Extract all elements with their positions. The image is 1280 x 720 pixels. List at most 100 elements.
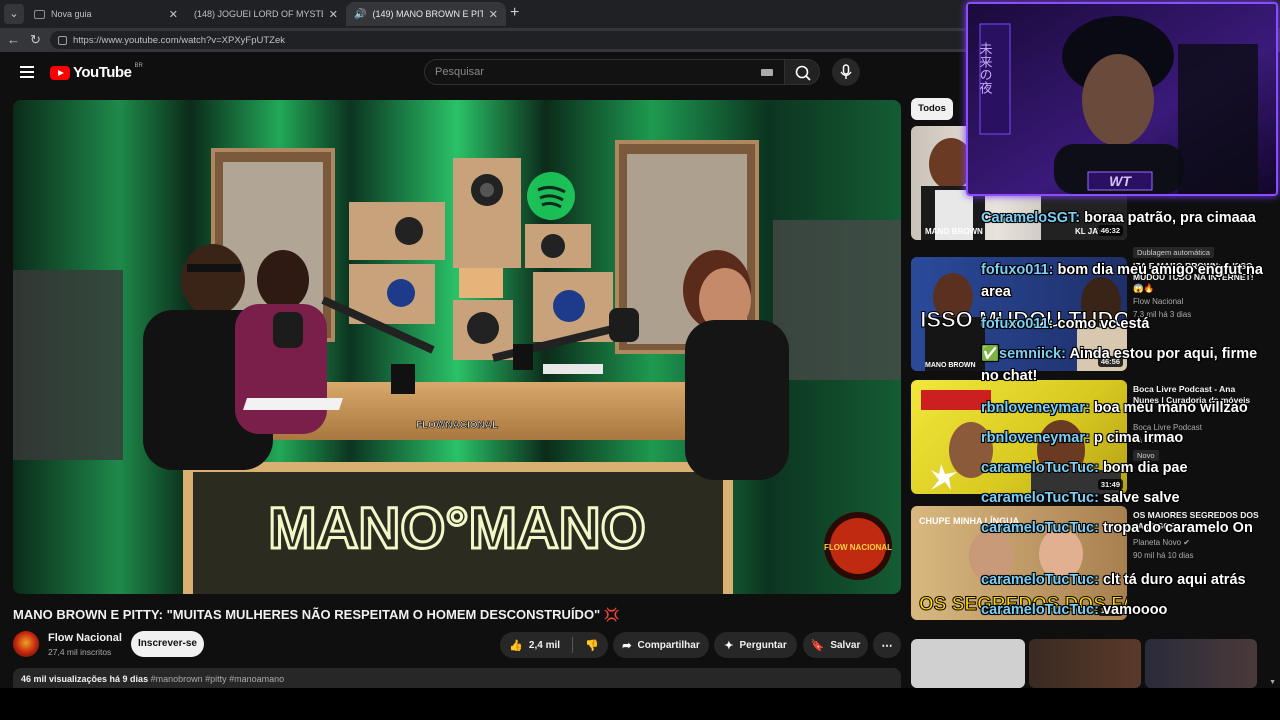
search-placeholder: Pesquisar (435, 66, 484, 78)
thumbnail-caption: MANO BROWN (925, 362, 976, 369)
tab-title: (148) JOGUEI LORD OF MYSTERIES (194, 9, 323, 19)
search-icon (795, 65, 811, 81)
keyboard-icon[interactable] (761, 69, 773, 76)
view-stats: 46 mil visualizações há 9 dias (21, 674, 149, 684)
chat-text: boa meu mano willzao (1093, 400, 1248, 416)
chat-message: carameloTucTuc: salve salve (981, 487, 1275, 509)
chat-username: CarameloSGT: (981, 210, 1081, 226)
chat-text: bom dia pae (1102, 460, 1188, 476)
sparkle-icon: ✦ (724, 639, 734, 652)
chat-username: carameloTucTuc: (981, 572, 1099, 588)
webcam-badge: WT (1109, 173, 1132, 189)
subscribe-button[interactable]: Inscrever-se (131, 631, 204, 657)
country-code: BR (134, 62, 143, 69)
video-frame: MANO°MANO FLOWNACIONAL FLOW NACIONAL (13, 100, 901, 594)
like-dislike-group: 👍 2,4 mil 👎 (500, 632, 608, 658)
chat-text: clt tá duro aqui atrás (1102, 572, 1246, 588)
chat-username: carameloTucTuc: (981, 520, 1099, 536)
hamburger-menu-icon[interactable] (20, 66, 34, 78)
chat-username: carameloTucTuc: (981, 490, 1099, 506)
logo-text: YouTube (73, 64, 132, 81)
chat-message: carameloTucTuc: vamoooo (981, 599, 1275, 621)
chat-text: boraa patrão, pra cimaaa (1084, 210, 1256, 226)
back-arrow-icon[interactable]: ← (7, 32, 20, 47)
recommended-video-row-partial[interactable] (911, 639, 1271, 688)
video-title: MANO BROWN E PITTY: "MUITAS MULHERES NÃO… (13, 607, 621, 622)
url-field[interactable]: https://www.youtube.com/watch?v=XPXyFpUT… (50, 31, 980, 49)
filter-chip-all[interactable]: Todos (911, 98, 953, 120)
tab-title: (149) MANO BROWN E PITTY (372, 9, 483, 19)
chat-message: carameloTucTuc: bom dia pae (981, 457, 1275, 479)
chat-text: tropa do caramelo On (1102, 520, 1253, 536)
channel-avatar[interactable] (13, 631, 39, 657)
divider (572, 637, 574, 653)
browser-tab-active[interactable]: 🔊 (149) MANO BROWN E PITTY ✕ (346, 2, 506, 26)
more-horizontal-icon: ⋯ (881, 639, 893, 652)
table-sign: FLOWNACIONAL (416, 420, 498, 431)
thumbs-up-icon[interactable]: 👍 (509, 639, 523, 652)
video-thumbnail[interactable] (911, 639, 1025, 688)
description-box[interactable]: 46 mil visualizações há 9 dias #manobrow… (13, 668, 901, 688)
chat-text: p cima irmao (1093, 430, 1184, 446)
ask-button[interactable]: ✦ Perguntar (714, 632, 797, 658)
site-info-icon[interactable] (58, 35, 67, 45)
subscriber-count: 27,4 mil inscritos (48, 647, 112, 657)
chat-message: CarameloSGT: boraa patrão, pra cimaaa (981, 207, 1275, 229)
search-input[interactable]: Pesquisar (424, 59, 786, 85)
video-thumbnail[interactable] (1145, 639, 1257, 688)
ask-label: Perguntar (739, 639, 787, 651)
voice-search-button[interactable] (832, 58, 860, 86)
chat-username: fofuxo011: (981, 262, 1054, 278)
url-text: https://www.youtube.com/watch?v=XPXyFpUT… (73, 34, 285, 46)
chat-username: carameloTucTuc: (981, 460, 1099, 476)
chat-message: carameloTucTuc: clt tá duro aqui atrás (981, 569, 1275, 591)
youtube-logo[interactable]: YouTube BR (50, 62, 143, 81)
webcam-image: 未来の夜 WT (968, 4, 1276, 194)
browser-tab[interactable]: (148) JOGUEI LORD OF MYSTERIES ✕ (186, 2, 346, 26)
thumbnail-caption: MANO BROWN (925, 227, 983, 236)
chat-text: salve salve (1102, 490, 1180, 506)
save-label: Salvar (830, 639, 861, 651)
tab-title: Nova guia (51, 9, 92, 19)
chat-text: vamoooo (1102, 602, 1168, 618)
scroll-down-arrow-icon[interactable]: ▼ (1269, 679, 1276, 686)
chat-message: rbnloveneymar: p cima irmao (981, 427, 1275, 449)
tab-search-button[interactable]: ⌄ (4, 4, 24, 24)
close-icon[interactable]: ✕ (169, 8, 178, 21)
new-tab-icon[interactable]: + (510, 4, 519, 22)
bookmark-icon: 🔖 (810, 639, 825, 652)
chat-username: carameloTucTuc: (981, 602, 1099, 618)
close-icon[interactable]: ✕ (329, 8, 338, 21)
chat-text: como vc está (1057, 316, 1150, 332)
share-button[interactable]: ➦ Compartilhar (613, 632, 709, 658)
share-label: Compartilhar (637, 639, 700, 651)
more-actions-button[interactable]: ⋯ (873, 632, 901, 658)
channel-watermark: FLOW NACIONAL (824, 543, 892, 552)
chat-username: rbnloveneymar: (981, 430, 1090, 446)
video-thumbnail[interactable] (1029, 639, 1141, 688)
hashtags[interactable]: #manobrown #pitty #manoamano (151, 674, 285, 684)
youtube-play-logo-icon (50, 65, 70, 80)
save-button[interactable]: 🔖 Salvar (803, 632, 868, 658)
mano-a-mano-sign: MANO°MANO (268, 496, 646, 561)
chat-message: carameloTucTuc: tropa do caramelo On (981, 517, 1275, 539)
chat-username: ✅semniick: (981, 346, 1066, 362)
search-button[interactable] (784, 59, 820, 85)
share-arrow-icon: ➦ (622, 639, 632, 652)
channel-name[interactable]: Flow Nacional (48, 632, 122, 644)
video-meta: 90 mil há 10 dias (1133, 551, 1194, 560)
channel-name[interactable]: Planeta Novo ✔ (1133, 538, 1190, 547)
reload-icon[interactable]: ↻ (30, 32, 41, 48)
like-count[interactable]: 2,4 mil (529, 640, 560, 651)
chat-message: rbnloveneymar: boa meu mano willzao (981, 397, 1275, 419)
microphone-icon (840, 64, 852, 79)
speaker-icon[interactable]: 🔊 (354, 9, 366, 20)
close-icon[interactable]: ✕ (489, 8, 498, 21)
thumbs-down-icon[interactable]: 👎 (585, 639, 599, 652)
video-player[interactable]: MANO°MANO FLOWNACIONAL FLOW NACIONAL (13, 100, 901, 594)
page-icon (34, 9, 45, 19)
webcam-overlay: 未来の夜 WT (966, 2, 1278, 196)
browser-tab[interactable]: Nova guia ✕ (26, 2, 186, 26)
chat-message: fofuxo011: bom dia meu amigo engfut na a… (981, 259, 1275, 303)
chat-message: ✅semniick: Ainda estou por aqui, firme n… (981, 343, 1275, 387)
